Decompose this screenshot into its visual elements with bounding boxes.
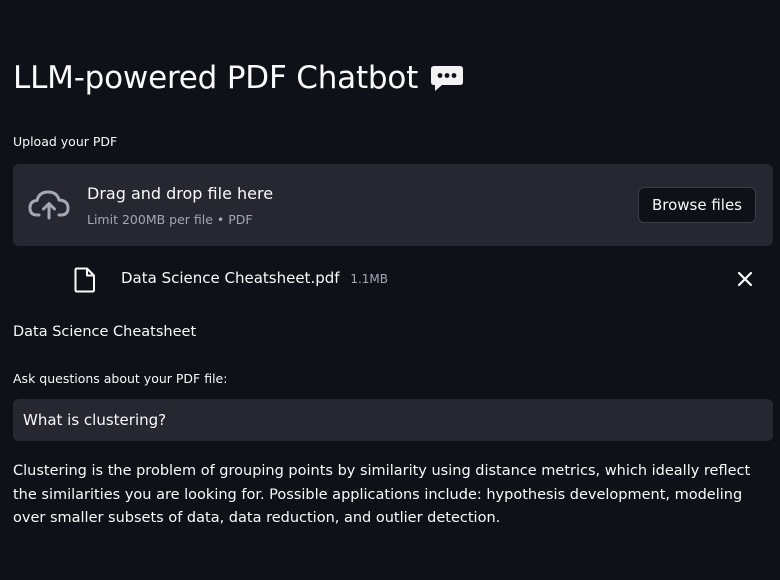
page-title-text: LLM-powered PDF Chatbot (13, 60, 419, 96)
question-label: Ask questions about your PDF file: (13, 371, 228, 386)
close-icon[interactable] (734, 268, 756, 290)
upload-label: Upload your PDF (13, 134, 118, 149)
uploaded-file-name: Data Science Cheatsheet.pdf 1.1MB (121, 269, 388, 287)
file-name-text: Data Science Cheatsheet.pdf (121, 269, 340, 287)
dropzone-instructions: Drag and drop file here (87, 184, 274, 203)
document-title: Data Science Cheatsheet (13, 324, 197, 340)
app-container: LLM-powered PDF Chatbot Upload your PDF … (0, 0, 780, 580)
browse-files-button[interactable]: Browse files (637, 187, 756, 223)
speech-bubble-icon (431, 66, 464, 91)
file-size: 1.1MB (350, 272, 388, 286)
file-icon (74, 267, 95, 293)
question-input[interactable] (13, 399, 773, 441)
page-title: LLM-powered PDF Chatbot (13, 60, 464, 96)
answer-text: Clustering is the problem of grouping po… (13, 463, 751, 526)
uploaded-file-row: Data Science Cheatsheet.pdf 1.1MB (70, 262, 760, 296)
file-dropzone[interactable]: Drag and drop file here Limit 200MB per … (13, 164, 773, 246)
dropzone-limit: Limit 200MB per file • PDF (87, 212, 253, 227)
cloud-upload-icon (28, 190, 70, 220)
